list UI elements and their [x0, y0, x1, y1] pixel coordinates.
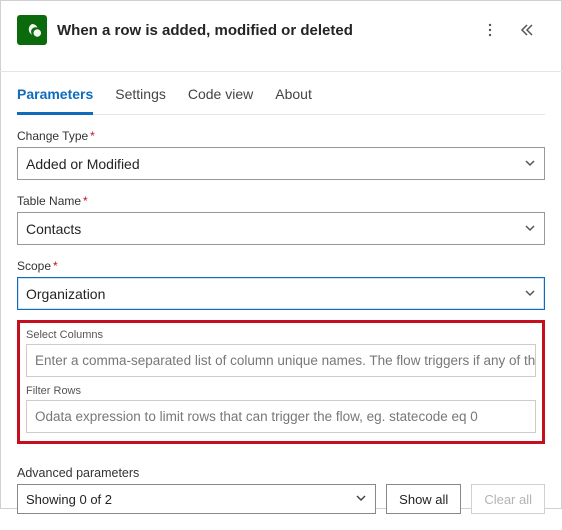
filter-rows-input[interactable]: Odata expression to limit rows that can … [26, 400, 536, 433]
select-columns-placeholder: Enter a comma-separated list of column u… [35, 353, 536, 368]
table-name-label: Table Name * [17, 194, 545, 208]
tab-code-view[interactable]: Code view [188, 86, 253, 114]
chevron-down-icon [524, 156, 536, 172]
change-type-label-text: Change Type [17, 129, 88, 143]
more-icon[interactable] [477, 17, 503, 43]
advanced-parameters-select[interactable]: Showing 0 of 2 [17, 484, 376, 514]
table-name-select[interactable]: Contacts [17, 212, 545, 245]
collapse-icon[interactable] [513, 17, 539, 43]
tab-parameters[interactable]: Parameters [17, 86, 93, 115]
clear-all-button: Clear all [471, 484, 545, 514]
required-mark: * [53, 259, 58, 273]
change-type-select[interactable]: Added or Modified [17, 147, 545, 180]
chevron-down-icon [524, 221, 536, 237]
scope-select[interactable]: Organization [17, 277, 545, 310]
select-columns-input[interactable]: Enter a comma-separated list of column u… [26, 344, 536, 377]
filter-rows-placeholder: Odata expression to limit rows that can … [35, 409, 478, 424]
dataverse-icon [17, 15, 47, 45]
required-mark: * [90, 129, 95, 143]
change-type-value: Added or Modified [26, 156, 140, 172]
tab-settings[interactable]: Settings [115, 86, 166, 114]
chevron-down-icon [355, 492, 367, 507]
tab-about[interactable]: About [275, 86, 312, 114]
panel-title: When a row is added, modified or deleted [57, 22, 467, 39]
advanced-parameters-label: Advanced parameters [17, 466, 376, 480]
change-type-label: Change Type * [17, 129, 545, 143]
required-mark: * [83, 194, 88, 208]
panel-header: When a row is added, modified or deleted [17, 1, 545, 55]
advanced-parameters-value: Showing 0 of 2 [26, 492, 112, 507]
table-name-value: Contacts [26, 221, 81, 237]
scope-label: Scope * [17, 259, 545, 273]
table-name-label-text: Table Name [17, 194, 81, 208]
chevron-down-icon [524, 286, 536, 302]
select-columns-label: Select Columns [26, 329, 536, 341]
scope-label-text: Scope [17, 259, 51, 273]
filter-rows-label: Filter Rows [26, 385, 536, 397]
tab-bar: Parameters Settings Code view About [17, 72, 545, 115]
highlighted-region: Select Columns Enter a comma-separated l… [17, 320, 545, 444]
scope-value: Organization [26, 286, 105, 302]
show-all-button[interactable]: Show all [386, 484, 461, 514]
